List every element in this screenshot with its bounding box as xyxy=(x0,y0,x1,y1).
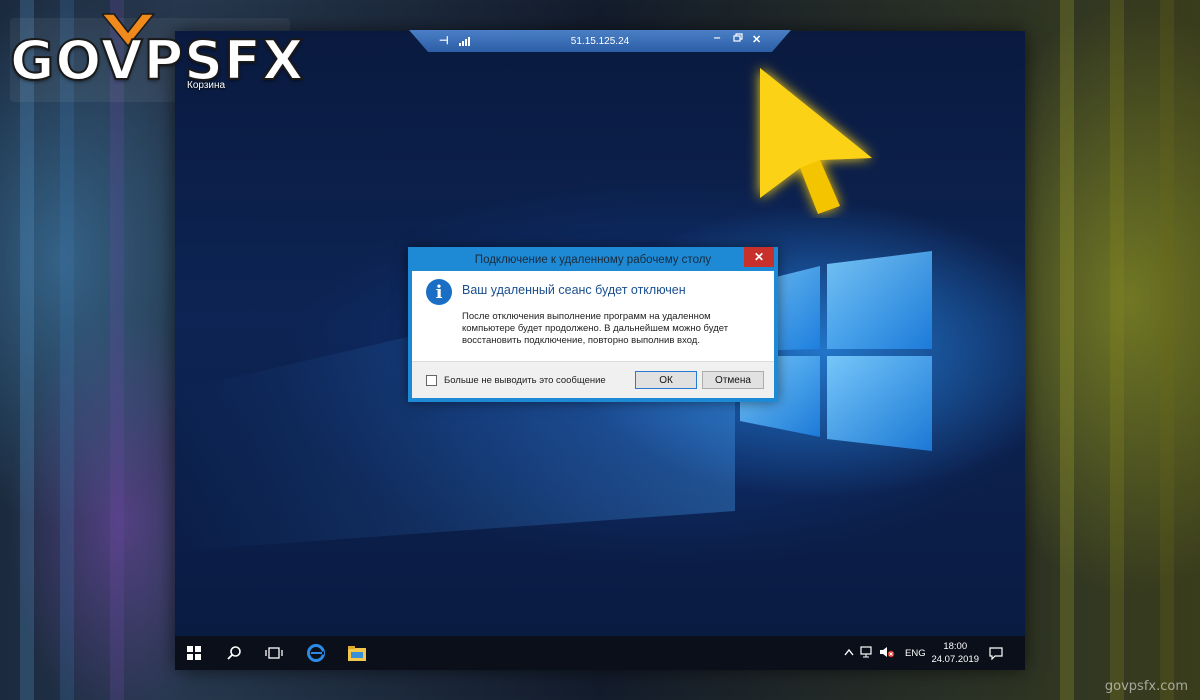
taskbar: ENG 18:00 24.07.2019 xyxy=(175,636,1025,670)
notification-icon[interactable] xyxy=(981,636,1011,670)
watermark: govpsfx.com xyxy=(1104,679,1188,694)
dialog-footer: Больше не выводить это сообщение ОК Отме… xyxy=(412,361,774,398)
cancel-button[interactable]: Отмена xyxy=(702,371,764,389)
dont-show-again-checkbox[interactable] xyxy=(426,375,437,386)
task-view-icon[interactable] xyxy=(255,636,293,670)
disconnect-dialog: Подключение к удаленному рабочему столу … xyxy=(408,247,778,402)
edge-icon[interactable] xyxy=(297,636,335,670)
clock-date: 24.07.2019 xyxy=(931,654,979,665)
restore-icon[interactable] xyxy=(733,33,743,45)
dialog-close-button[interactable]: ✕ xyxy=(744,247,774,267)
clock[interactable]: 18:00 24.07.2019 xyxy=(931,640,979,666)
volume-icon[interactable] xyxy=(877,646,897,661)
clock-time: 18:00 xyxy=(943,641,968,652)
windows-start-icon[interactable] xyxy=(175,636,213,670)
file-explorer-icon[interactable] xyxy=(338,636,376,670)
dialog-title: Подключение к удаленному рабочему столу xyxy=(474,254,712,266)
info-icon: i xyxy=(426,279,452,305)
dialog-heading: Ваш удаленный сеанс будет отключен xyxy=(462,283,686,297)
network-icon[interactable] xyxy=(857,645,877,661)
dialog-message: После отключения выполнение программ на … xyxy=(462,311,729,346)
yellow-arrow-pointer-icon xyxy=(760,68,872,214)
search-icon[interactable] xyxy=(215,636,253,670)
language-indicator[interactable]: ENG xyxy=(905,648,926,659)
brand-logo: GOVPSFX xyxy=(9,13,305,102)
brand-logo-text: GOVPSFX xyxy=(9,28,305,93)
chevron-up-icon[interactable] xyxy=(841,648,857,659)
minimize-icon[interactable]: ‒ xyxy=(714,32,720,44)
ok-button[interactable]: ОК xyxy=(635,371,697,389)
rdp-connection-bar: ⊣ 51.15.125.24 ‒ ✕ xyxy=(409,30,791,52)
dialog-body: i Ваш удаленный сеанс будет отключен Пос… xyxy=(412,271,774,361)
close-icon[interactable]: ✕ xyxy=(752,33,761,46)
dont-show-again-label[interactable]: Больше не выводить это сообщение xyxy=(444,375,606,386)
